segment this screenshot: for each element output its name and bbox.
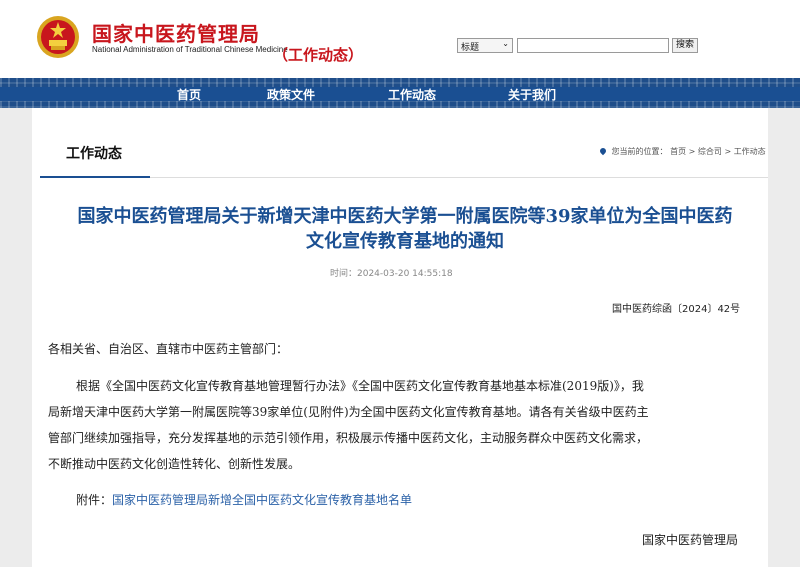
salutation: 各相关省、自治区、直辖市中医药主管部门： (48, 342, 289, 356)
attachment-label: 附件： (76, 493, 113, 507)
attachment-link[interactable]: 国家中医药管理局新增全国中医药文化宣传教育基地名单 (112, 493, 412, 507)
search-scope-value: 标题 (461, 43, 480, 53)
document-number: 国中医药综函〔2024〕42号 (612, 304, 741, 315)
article-title: 国家中医药管理局关于新增天津中医药大学第一附属医院等39家单位为全国中医药 文化… (50, 204, 760, 254)
search-button[interactable]: 搜索 (672, 38, 698, 53)
search-scope-select[interactable]: 标题 ⌄ (457, 38, 513, 53)
body-line: 不断推动中医药文化创造性转化、创新性发展。 (48, 457, 301, 471)
publish-time: 时间：2024-03-20 14:55:18 (330, 269, 453, 279)
chevron-down-icon: ⌄ (502, 39, 509, 48)
nav-item-home[interactable]: 首页 (177, 86, 201, 103)
site-title-english: National Administration of Traditional C… (92, 45, 288, 54)
body-line: 局新增天津中医药大学第一附属医院等39家单位(见附件)为全国中医药文化宣传教育基… (48, 405, 649, 419)
section-tag: （工作动态） (273, 46, 364, 64)
section-heading-underline (40, 176, 150, 178)
signature: 国家中医药管理局 (642, 533, 739, 547)
divider (150, 177, 768, 178)
national-emblem-icon (37, 16, 79, 58)
breadcrumb-separator: > (688, 147, 698, 156)
search-input[interactable] (517, 38, 669, 53)
breadcrumb-prefix: 您当前的位置： (611, 147, 668, 156)
article-title-line: 文化宣传教育基地的通知 (306, 231, 504, 252)
nav-item-about[interactable]: 关于我们 (508, 86, 556, 103)
breadcrumb-separator: > (724, 147, 734, 156)
main-navbar: 首页 政策文件 工作动态 关于我们 (0, 78, 800, 108)
nav-item-policy[interactable]: 政策文件 (267, 86, 315, 103)
breadcrumb: 您当前的位置： 首页 > 综合司 > 工作动态 (598, 146, 766, 157)
section-heading: 工作动态 (66, 146, 122, 162)
site-header: 国家中医药管理局 National Administration of Trad… (0, 0, 800, 78)
location-pin-icon (598, 146, 608, 156)
breadcrumb-item-dept[interactable]: 综合司 (698, 147, 722, 156)
breadcrumb-item-home[interactable]: 首页 (670, 147, 686, 156)
attachment: 附件：国家中医药管理局新增全国中医药文化宣传教育基地名单 (76, 491, 412, 508)
site-title[interactable]: 国家中医药管理局 (92, 18, 260, 47)
body-line: 管部门继续加强指导，充分发挥基地的示范引领作用，积极展示传播中医药文化，主动服务… (48, 431, 649, 445)
nav-item-work-news[interactable]: 工作动态 (388, 86, 436, 103)
article-title-line: 国家中医药管理局关于新增天津中医药大学第一附属医院等39家单位为全国中医药 (77, 206, 733, 227)
breadcrumb-item-section[interactable]: 工作动态 (734, 147, 766, 156)
body-line: 根据《全国中医药文化宣传教育基地管理暂行办法》《全国中医药文化宣传教育基地基本标… (76, 379, 644, 393)
